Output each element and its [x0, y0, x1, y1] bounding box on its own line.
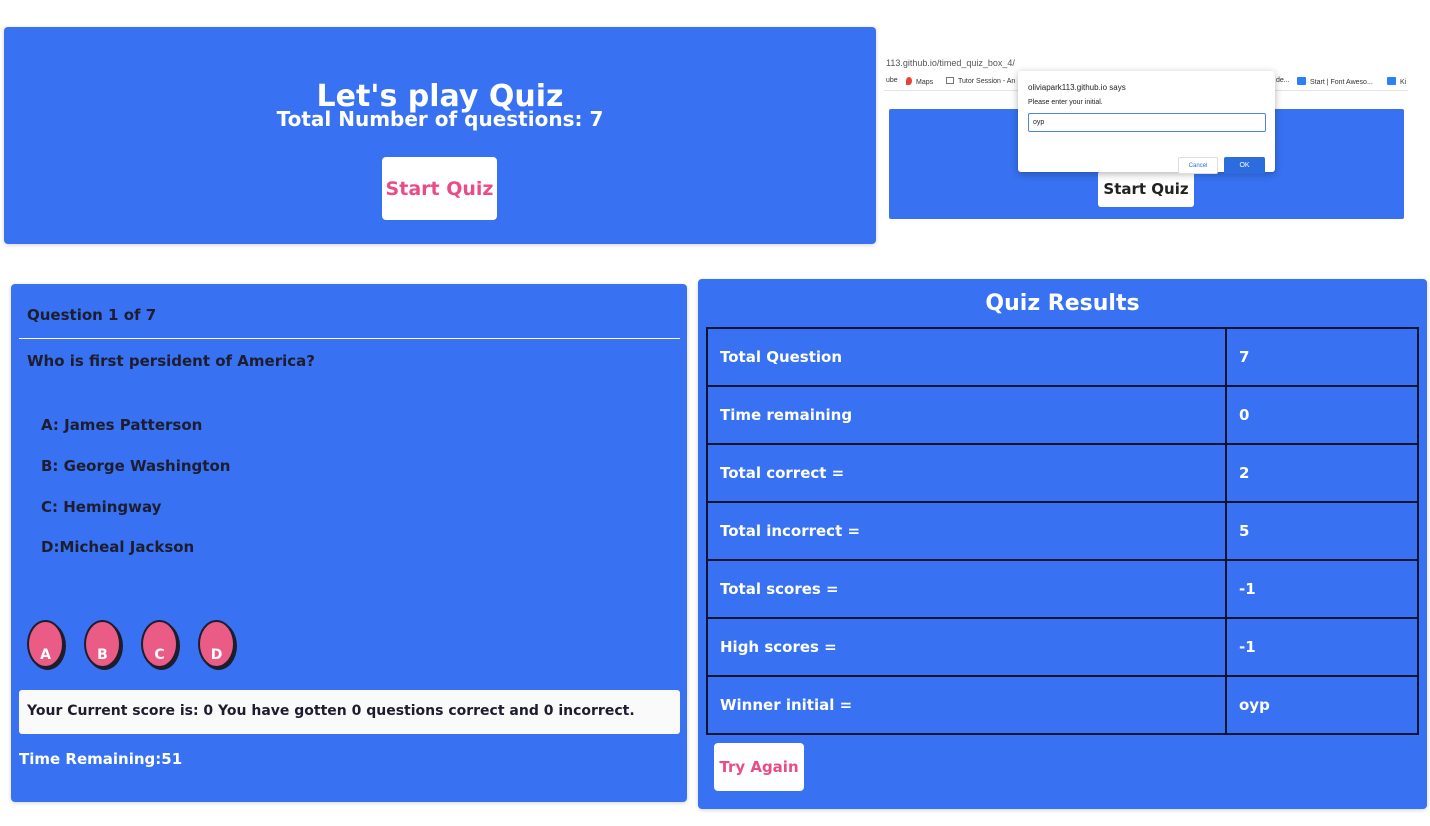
bookmark-tutor[interactable]: Tutor Session - An: [946, 77, 1015, 85]
table-row: Total correct = 2: [706, 443, 1419, 503]
current-score: Your Current score is: 0 You have gotten…: [19, 690, 680, 734]
row-label: Time remaining: [706, 385, 1227, 445]
row-label: Winner initial =: [706, 675, 1227, 735]
option-c: C: Hemingway: [41, 498, 162, 516]
page-icon: [946, 77, 954, 84]
initial-prompt-screenshot: 113.github.io/timed_quiz_box_4/ ube Maps…: [884, 59, 1408, 225]
results-title: Quiz Results: [985, 291, 1140, 316]
start-panel: Let's play Quiz Total Number of question…: [4, 27, 876, 244]
ok-button[interactable]: OK: [1224, 157, 1265, 174]
address-bar[interactable]: 113.github.io/timed_quiz_box_4/: [884, 59, 1408, 69]
results-table: Total Question 7 Time remaining 0 Total co…: [706, 327, 1419, 735]
table-row: Total incorrect = 5: [706, 501, 1419, 561]
prompt-dialog: oliviapark113.github.io says Please ente…: [1018, 71, 1275, 174]
table-row: Time remaining 0: [706, 385, 1419, 445]
table-row: High scores = -1: [706, 617, 1419, 677]
row-label: Total scores =: [706, 559, 1227, 619]
row-value: -1: [1225, 617, 1419, 677]
flag-icon: [1297, 77, 1306, 85]
row-value: 0: [1225, 385, 1419, 445]
option-a: A: James Patterson: [41, 416, 203, 434]
cancel-button[interactable]: Cancel: [1178, 157, 1218, 174]
row-label: Total Question: [706, 327, 1227, 387]
dialog-message: Please enter your initial.: [1028, 99, 1103, 106]
bookmark-item[interactable]: de...: [1276, 77, 1290, 84]
bookmark-ki[interactable]: Ki: [1387, 77, 1406, 86]
question-panel: Question 1 of 7 Who is first persident o…: [11, 284, 687, 802]
time-remaining: Time Remaining:51: [19, 750, 183, 768]
results-panel: Quiz Results Total Question 7 Time remain…: [698, 279, 1427, 809]
row-label: Total incorrect =: [706, 501, 1227, 561]
inner-start-quiz-button[interactable]: Start Quiz: [1098, 171, 1194, 207]
option-d: D:Micheal Jackson: [41, 538, 195, 556]
answer-c-button[interactable]: C: [141, 620, 178, 668]
row-value: 5: [1225, 501, 1419, 561]
divider: [19, 338, 680, 339]
bookmark-maps[interactable]: Maps: [906, 77, 933, 86]
table-row: Winner initial = oyp: [706, 675, 1419, 735]
row-value: oyp: [1225, 675, 1419, 735]
map-pin-icon: [906, 77, 912, 85]
bookmark-label: Start | Font Aweso...: [1310, 79, 1373, 86]
bookmark-label: Maps: [916, 79, 934, 86]
start-quiz-button[interactable]: Start Quiz: [382, 157, 497, 220]
row-value: -1: [1225, 559, 1419, 619]
row-value: 2: [1225, 443, 1419, 503]
row-label: High scores =: [706, 617, 1227, 677]
try-again-button[interactable]: Try Again: [714, 743, 804, 791]
table-row: Total Question 7: [706, 327, 1419, 387]
bookmark-label: Ki: [1400, 79, 1407, 86]
bookmark-item[interactable]: ube: [886, 77, 898, 84]
row-label: Total correct =: [706, 443, 1227, 503]
question-text: Who is first persident of America?: [27, 352, 315, 370]
initial-input[interactable]: [1028, 113, 1266, 132]
question-count: Total Number of questions: 7: [276, 107, 604, 131]
answer-b-button[interactable]: B: [84, 620, 121, 668]
question-counter: Question 1 of 7: [27, 306, 157, 324]
table-row: Total scores = -1: [706, 559, 1419, 619]
answer-a-button[interactable]: A: [27, 620, 64, 668]
answer-d-button[interactable]: D: [198, 620, 235, 668]
dialog-title: oliviapark113.github.io says: [1028, 83, 1126, 92]
option-b: B: George Washington: [41, 457, 231, 475]
row-value: 7: [1225, 327, 1419, 387]
bookmark-label: Tutor Session - An: [958, 78, 1016, 85]
flag-icon: [1387, 77, 1396, 85]
bookmark-font-awesome[interactable]: Start | Font Aweso...: [1297, 77, 1373, 86]
